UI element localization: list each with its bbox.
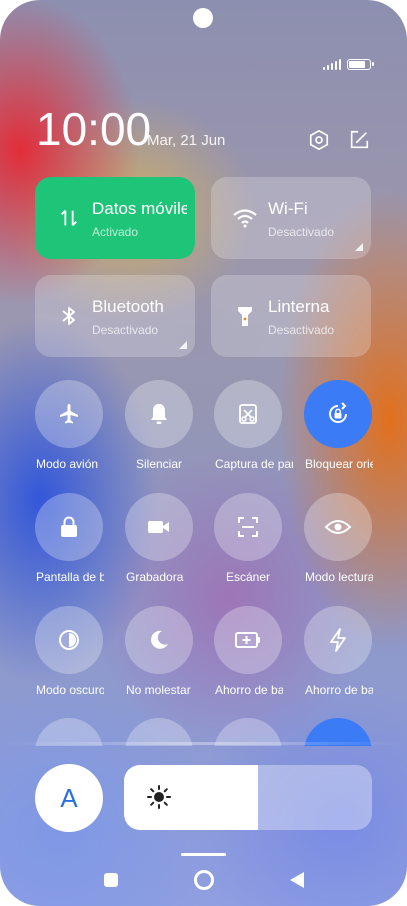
- tile-mobile-data[interactable]: Datos móviles Activado: [35, 177, 195, 259]
- flashlight-icon: [231, 302, 259, 330]
- toggle-label: Modo avión: [36, 457, 99, 471]
- settings-hex-icon[interactable]: [307, 128, 331, 152]
- toggle-recorder[interactable]: [125, 493, 193, 561]
- toggle-rotation-lock[interactable]: [304, 380, 372, 448]
- control-center: 10:00 Mar, 21 Jun Datos móviles Activado…: [0, 0, 407, 906]
- status-bar: [323, 58, 374, 70]
- toggle-label: Escáner: [225, 570, 271, 584]
- scroll-divider: [0, 742, 407, 745]
- toggle-label: Captura de pantalla: [215, 457, 293, 471]
- toggle-label: Bloquear orientación: [305, 457, 373, 471]
- toggle-label: Modo lectura: [305, 570, 373, 584]
- tile-wifi[interactable]: Wi-Fi Desactivado: [211, 177, 371, 259]
- toggle-lock-screen[interactable]: [35, 493, 103, 561]
- toggle-dark-mode[interactable]: [35, 606, 103, 674]
- tile-label: Bluetooth: [92, 297, 164, 316]
- toggle-label: Modo oscuro: [36, 683, 104, 697]
- tile-bluetooth[interactable]: Bluetooth Desactivado: [35, 275, 195, 357]
- lightning-icon: [330, 628, 346, 652]
- toggle-do-not-disturb[interactable]: [125, 606, 193, 674]
- dark-mode-icon: [59, 630, 79, 650]
- toggle-reading-mode[interactable]: [304, 493, 372, 561]
- tile-label: Linterna: [268, 297, 330, 316]
- auto-brightness-button[interactable]: A: [35, 764, 103, 832]
- toggle-screenshot[interactable]: [214, 380, 282, 448]
- toggle-label: Ahorro de batería extremo: [305, 683, 373, 697]
- tile-flashlight[interactable]: Linterna Desactivado: [211, 275, 371, 357]
- lock-icon: [61, 516, 77, 537]
- back-triangle-icon[interactable]: [285, 868, 309, 892]
- tile-label: Datos móviles: [92, 199, 187, 218]
- brightness-fill: [124, 765, 258, 830]
- brightness-slider[interactable]: [124, 765, 372, 830]
- toggle-label: Silenciar: [135, 457, 183, 471]
- moon-icon: [151, 630, 168, 649]
- tile-state: Desactivado: [268, 323, 335, 337]
- toggle-battery-saver[interactable]: [214, 606, 282, 674]
- toggle-silence[interactable]: [125, 380, 193, 448]
- mobile-data-icon: [55, 204, 83, 232]
- battery-saver-icon: [235, 632, 260, 648]
- bluetooth-icon: [55, 302, 83, 330]
- wifi-icon: [231, 204, 259, 232]
- toggle-airplane[interactable]: [35, 380, 103, 448]
- tile-label: Wi-Fi: [268, 199, 308, 218]
- battery-icon: [347, 58, 374, 70]
- recents-square-icon[interactable]: [99, 868, 123, 892]
- toggle-scanner[interactable]: [214, 493, 282, 561]
- expand-corner-icon[interactable]: [355, 243, 363, 251]
- tile-state: Desactivado: [92, 323, 159, 337]
- tile-state: Activado: [92, 225, 139, 239]
- rotation-lock-icon: [329, 402, 347, 423]
- airplane-icon: [60, 404, 78, 424]
- toggle-ultra-battery-saver[interactable]: [304, 606, 372, 674]
- video-camera-icon: [148, 521, 169, 533]
- edit-icon[interactable]: [347, 128, 371, 152]
- tile-state: Desactivado: [268, 225, 335, 239]
- toggle-label: Ahorro de batería: [215, 683, 283, 697]
- drag-handle[interactable]: [181, 853, 226, 856]
- clock: 10:00: [36, 103, 152, 155]
- scanner-icon: [238, 517, 258, 537]
- eye-icon: [324, 520, 352, 534]
- date: Mar, 21 Jun: [147, 132, 226, 149]
- expand-corner-icon[interactable]: [179, 341, 187, 349]
- front-camera: [193, 8, 213, 28]
- toggle-label: Grabadora: [126, 570, 184, 584]
- bell-icon: [151, 404, 167, 424]
- signal-icon: [323, 58, 341, 70]
- screenshot-icon: [239, 404, 257, 424]
- sun-icon: [147, 785, 171, 809]
- home-circle-icon[interactable]: [192, 868, 216, 892]
- toggle-label: No molestar: [126, 683, 191, 697]
- toggle-label: Pantalla de bloqueo: [36, 570, 104, 584]
